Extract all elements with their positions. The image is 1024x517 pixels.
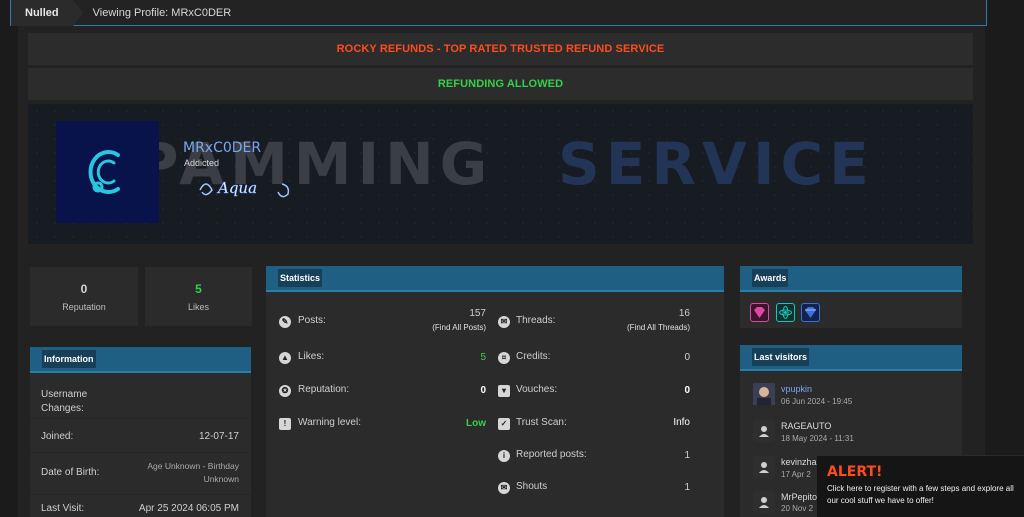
stat-value: 1	[684, 450, 690, 461]
breadcrumb-current: Viewing Profile: MRxC0DER	[92, 6, 232, 19]
awards-header: Awards	[740, 266, 962, 292]
info-value: 12-07-17	[198, 431, 239, 442]
stat-value: Low	[466, 418, 486, 429]
stat-value: 5	[480, 352, 486, 363]
find-all-threads-link[interactable]: (Find All Threads)	[590, 323, 690, 332]
cover-word-right: SERVICE	[558, 130, 875, 198]
likes-label: Likes	[187, 301, 209, 312]
visitor-name[interactable]: vpupkin	[781, 384, 812, 394]
info-row: Date of Birth: Age Unknown - Birthday Un…	[30, 453, 251, 495]
comment-icon: ✎	[279, 316, 291, 328]
stat-label: Posts:	[298, 315, 326, 326]
breadcrumb-home-link[interactable]: Nulled	[11, 0, 83, 26]
visitor-date: 18 May 2024 - 11:31	[781, 434, 854, 443]
likes-box[interactable]: 5 Likes	[145, 267, 252, 326]
aqua-usergroup-badge: Aqua	[199, 179, 290, 198]
visitor-name[interactable]: RAGEAUTO	[781, 421, 831, 431]
information-header: Information	[30, 347, 251, 373]
statistics-header: Statistics	[266, 266, 724, 292]
info-key: Last Visit:	[41, 503, 85, 514]
pink-diamond-award-icon[interactable]	[750, 303, 769, 322]
warning-icon: !	[279, 418, 291, 430]
stat-value: 16	[678, 308, 690, 319]
visitor-avatar[interactable]	[753, 383, 775, 405]
comments-icon: ✉	[498, 482, 510, 494]
comments-icon: ✉	[498, 316, 510, 328]
stat-value: 0	[480, 385, 486, 396]
info-key: Username Changes:	[41, 389, 88, 414]
reputation-box[interactable]: 0 Reputation	[30, 267, 138, 326]
thumbs-up-icon: ▲	[279, 352, 291, 364]
stat-label: Reported posts:	[516, 449, 587, 460]
info-value: Age Unknown - Birthday Unknown	[147, 461, 239, 484]
statistics-title: Statistics	[278, 269, 323, 287]
profile-cover: PAMMING SERVICE	[28, 104, 973, 244]
stat-label: Reputation:	[298, 384, 350, 395]
avatar	[56, 121, 159, 223]
last-visitors-header: Last visitors	[740, 345, 962, 371]
register-alert-popup[interactable]: ALERT! Click here to register with a few…	[817, 455, 1024, 517]
alert-title: ALERT!	[827, 464, 883, 480]
likes-value: 5	[195, 281, 202, 296]
reputation-value: 0	[80, 281, 88, 296]
reputation-label: Reputation	[62, 301, 106, 312]
user-placeholder-icon[interactable]	[753, 456, 775, 478]
stat-label: Vouches:	[516, 384, 558, 395]
user-placeholder-icon[interactable]	[753, 491, 775, 513]
alert-message[interactable]: Click here to register with a few steps …	[827, 483, 1014, 507]
stat-label: Threads:	[516, 315, 556, 326]
statistics-panel: Statistics ✎ Posts: 157 (Find All Posts)…	[266, 266, 724, 517]
stat-label: Likes:	[298, 351, 325, 362]
stat-label: Trust Scan:	[516, 417, 567, 428]
information-title: Information	[42, 350, 96, 368]
breadcrumb: Nulled Viewing Profile: MRxC0DER	[10, 0, 987, 26]
refund-service-banner[interactable]: ROCKY REFUNDS - TOP RATED TRUSTED REFUND…	[28, 33, 973, 65]
stat-value: 0	[684, 352, 690, 363]
profile-user-title: Addicted	[184, 158, 220, 168]
checkbox-icon: ✓	[498, 418, 510, 430]
stat-label: Credits:	[516, 351, 551, 362]
trust-scan-info-link[interactable]: Info	[630, 417, 690, 428]
stat-value: 157	[469, 308, 486, 319]
information-panel: Information Username Changes: Joined: 12…	[30, 347, 251, 517]
teal-atom-award-icon[interactable]	[776, 303, 795, 322]
awards-panel: Awards	[740, 266, 962, 328]
find-all-posts-link[interactable]: (Find All Posts)	[386, 323, 486, 332]
refunding-allowed-banner[interactable]: REFUNDING ALLOWED	[28, 68, 973, 100]
stat-value: 0	[684, 385, 690, 396]
stat-value: 1	[684, 482, 690, 493]
visitor-name[interactable]: MrPepito	[781, 492, 817, 502]
info-key: Joined:	[41, 431, 74, 442]
aqua-badge-text: Aqua	[216, 179, 257, 197]
info-row: Joined: 12-07-17	[30, 419, 251, 453]
stat-label: Warning level:	[298, 417, 361, 428]
cart-icon: ▾	[498, 385, 510, 397]
info-key: Date of Birth:	[41, 467, 100, 478]
info-value: Apr 25 2024 06:05 PM	[138, 503, 239, 514]
avatar-logo-icon	[88, 150, 120, 194]
blue-gem-award-icon[interactable]	[801, 303, 820, 322]
visitor-date: 06 Jun 2024 - 19:45	[781, 397, 853, 406]
info-row: Last Visit: Apr 25 2024 06:05 PM	[30, 495, 251, 517]
awards-title: Awards	[752, 269, 789, 287]
info-icon: i	[498, 450, 510, 462]
user-placeholder-icon[interactable]	[753, 420, 775, 442]
visitor-name[interactable]: kevinzha	[781, 457, 817, 467]
stat-label: Shouts	[516, 481, 548, 492]
info-row: Username Changes:	[30, 375, 251, 419]
profile-username: MRxC0DER	[183, 140, 262, 156]
visitor-date: 20 Nov 2	[781, 504, 814, 513]
coins-icon: ¤	[498, 352, 510, 364]
visitor-date: 17 Apr 2	[781, 470, 811, 479]
last-visitors-title: Last visitors	[752, 348, 810, 366]
award-ribbon-icon: ✪	[279, 385, 291, 397]
profile-container: ROCKY REFUNDS - TOP RATED TRUSTED REFUND…	[18, 26, 985, 517]
